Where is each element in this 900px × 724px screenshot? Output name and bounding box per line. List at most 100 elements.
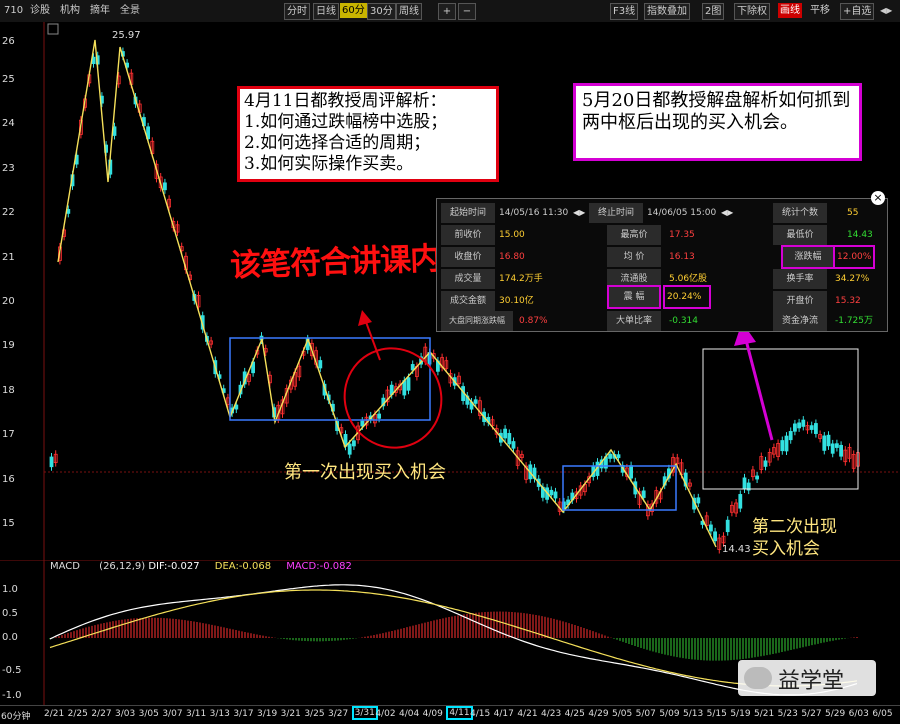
top-toolbar: 710 诊股 机构 摘年 全景 分时 日线 60分 30分 周线 + − F3线… [0, 0, 900, 23]
add-watchlist-button[interactable]: +自选 [840, 3, 875, 20]
candle-body [742, 477, 747, 490]
date-tick: 4/25 [564, 709, 585, 719]
tool-exright[interactable]: 下除权 [734, 3, 770, 20]
candle-body [406, 377, 411, 391]
date-tick: 4/29 [588, 709, 609, 719]
date-tick: 5/09 [659, 709, 680, 719]
zoom-out-button[interactable]: − [458, 3, 476, 20]
tool-summary[interactable]: 摘年 [88, 3, 112, 18]
start-time-stepper-icon[interactable]: ◀▶ [573, 203, 585, 223]
period-weekly[interactable]: 周线 [396, 3, 422, 20]
end-time-stepper-icon[interactable]: ◀▶ [721, 203, 733, 223]
annotation-line: 3.如何实际操作买卖。 [244, 154, 414, 174]
tool-diagnose[interactable]: 诊股 [28, 3, 52, 18]
candle-body [696, 497, 701, 504]
period-60min[interactable]: 60分 [340, 3, 367, 18]
zoom-in-button[interactable]: + [438, 3, 456, 20]
candle-body [553, 491, 558, 499]
index-change-value: 0.87% [519, 316, 548, 326]
date-tick: 3/17 [233, 709, 254, 719]
candle-body [709, 524, 713, 532]
tool-two-charts[interactable]: 2图 [702, 3, 725, 20]
candle-body [780, 440, 785, 452]
tool-index-overlay[interactable]: 指数叠加 [644, 3, 690, 20]
annotation-april-11: 4月11日都教授周评解析： 1.如何通过跌幅榜中选股； 2.如何选择合适的周期；… [237, 86, 499, 182]
high-label: 最高价 [607, 225, 661, 245]
price-tick: 19 [2, 340, 15, 351]
count-label: 统计个数 [773, 203, 827, 223]
price-tick: 18 [2, 385, 15, 396]
tool-panorama[interactable]: 全景 [118, 3, 142, 18]
date-tick: 3/13 [209, 709, 230, 719]
date-tick: 3/19 [257, 709, 278, 719]
wechat-icon [744, 667, 772, 689]
watermark: 益学堂 [738, 660, 876, 696]
prev-close-value: 15.00 [499, 230, 525, 240]
date-tick: 5/29 [825, 709, 846, 719]
tool-f3[interactable]: F3线 [610, 3, 639, 20]
candle-body [347, 443, 352, 455]
candle-body [503, 428, 508, 439]
date-tick: 2/27 [91, 709, 112, 719]
macd-tick: -0.5 [2, 665, 22, 676]
net-flow-value: -1.725万 [835, 316, 874, 326]
first-buy-label: 第一次出现买入机会 [284, 462, 446, 483]
price-tick: 17 [2, 429, 15, 440]
net-flow-label: 资金净流 [773, 311, 827, 331]
date-tick: 6/03 [848, 709, 869, 719]
handwritten-note: 该笔符合讲课内容 [229, 239, 471, 285]
period-intraday[interactable]: 分时 [284, 3, 310, 20]
end-time-value: 14/06/05 15:00 [647, 208, 717, 218]
date-tick: 4/15 [470, 709, 491, 719]
date-tick: 2/25 [67, 709, 88, 719]
period-label[interactable]: 60分钟 [1, 709, 30, 722]
price-tick: 16 [2, 474, 15, 485]
date-tick: 2/21 [44, 709, 65, 719]
date-tick: 3/07 [162, 709, 183, 719]
count-value: 55 [847, 208, 859, 218]
candle-body [801, 419, 806, 427]
date-tick: 4/09 [422, 709, 443, 719]
date-axis: 60分钟 2/21 2/25 2/27 3/03 3/05 3/07 3/11 3/13 3/17… [0, 705, 900, 724]
candle-body [318, 360, 323, 369]
close-icon[interactable]: × [871, 191, 885, 205]
candle-body [793, 423, 797, 432]
candle-body [830, 443, 835, 454]
open-label: 开盘价 [773, 291, 827, 311]
price-tick: 20 [2, 296, 15, 307]
date-tick: 3/21 [280, 709, 301, 719]
annotation-may-20: 5月20日都教授解盘解析如何抓到两中枢后出现的买入机会。 [573, 83, 862, 161]
candle-body [835, 443, 839, 448]
macd-value: MACD:-0.082 [286, 561, 352, 572]
price-tick: 22 [2, 207, 15, 218]
float-shares-label: 流通股 [607, 269, 661, 289]
tool-pan[interactable]: 平移 [808, 3, 832, 18]
macd-dea: DEA:-0.068 [214, 561, 272, 572]
price-tick: 25 [2, 74, 15, 85]
macd-tick: 0.5 [2, 608, 18, 619]
stock-code: 710 [4, 5, 24, 16]
macd-title[interactable]: MACD [50, 561, 80, 572]
tool-institution[interactable]: 机构 [58, 3, 82, 18]
date-tick: 3/11 [186, 709, 207, 719]
end-time-label: 终止时间 [589, 203, 643, 223]
period-30min[interactable]: 30分 [367, 3, 396, 20]
volume-label: 成交量 [441, 269, 495, 289]
period-daily[interactable]: 日线 [313, 3, 339, 20]
tool-draw[interactable]: 画线 [778, 3, 802, 18]
volume-value: 174.2万手 [499, 274, 543, 284]
candle-body [822, 435, 827, 451]
macd-tick: 1.0 [2, 584, 18, 595]
turnover-label: 换手率 [773, 269, 827, 289]
candle-body [49, 456, 54, 468]
close-label: 收盘价 [441, 247, 495, 267]
candle-body [641, 490, 646, 498]
high-value: 17.35 [669, 230, 695, 240]
low-value: 14.43 [847, 230, 873, 240]
big-order-ratio-label: 大单比率 [607, 311, 661, 331]
date-tick: 5/19 [730, 709, 751, 719]
candle-body [755, 475, 759, 480]
nav-arrows-icon[interactable]: ◀▶ [878, 3, 894, 18]
turnover-value: 34.27% [835, 274, 870, 284]
candle-body [377, 413, 382, 419]
